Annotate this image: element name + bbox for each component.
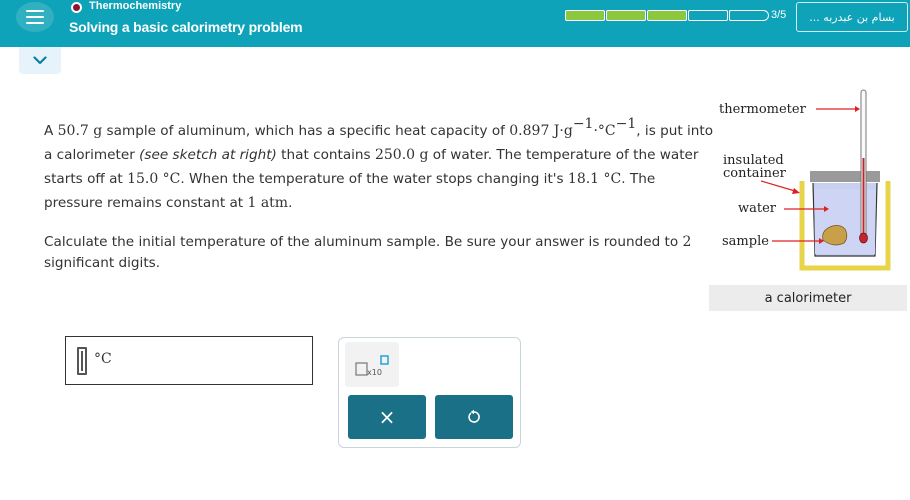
progress-text: 3/5 bbox=[771, 9, 787, 21]
sketch-caption: a calorimeter bbox=[709, 285, 907, 311]
hamburger-icon bbox=[26, 10, 44, 24]
progress-segment bbox=[729, 10, 769, 21]
sample-label: sample bbox=[722, 234, 769, 249]
chevron-down-icon bbox=[33, 56, 47, 65]
pressure-value: 1 atm bbox=[247, 195, 289, 211]
initial-water-temp: 15.0 °C bbox=[127, 171, 181, 187]
thermometer-label: thermometer bbox=[719, 102, 807, 117]
page-title: Solving a basic calorimetry problem bbox=[69, 19, 303, 35]
topic-label: Thermochemistry bbox=[89, 0, 182, 12]
mass-aluminum: 50.7 g bbox=[57, 123, 103, 139]
problem-statement: A 50.7 g sample of aluminum, which has a… bbox=[44, 116, 714, 211]
undo-icon bbox=[468, 409, 480, 423]
svg-text:x10: x10 bbox=[367, 368, 382, 377]
sketch-reference: (see sketch at right) bbox=[139, 147, 277, 163]
input-cursor-icon bbox=[77, 347, 87, 375]
scientific-notation-icon: x10 bbox=[355, 355, 389, 377]
topic-dot-icon bbox=[71, 2, 82, 13]
calorimeter-sketch: thermometer insulated container water sa… bbox=[719, 89, 891, 271]
menu-button[interactable] bbox=[16, 2, 54, 32]
progress-segment bbox=[606, 10, 646, 21]
close-icon: × bbox=[378, 405, 396, 429]
insulated-label-2: container bbox=[723, 166, 787, 181]
mass-water: 250.0 g bbox=[374, 147, 429, 163]
progress-segment bbox=[688, 10, 728, 21]
progress-segment bbox=[647, 10, 687, 21]
user-menu-button[interactable]: ... بسام بن عبدربه bbox=[796, 2, 908, 32]
answer-input[interactable]: °C bbox=[65, 336, 313, 385]
water-label: water bbox=[738, 201, 777, 216]
specific-heat-value: 0.897 J·g bbox=[509, 123, 573, 139]
progress-bar bbox=[565, 10, 770, 21]
sig-figs-value: 2 bbox=[682, 234, 692, 250]
clear-button[interactable]: × bbox=[348, 395, 426, 439]
question-text: Calculate the initial temperature of the… bbox=[44, 234, 692, 271]
scientific-notation-button[interactable]: x10 bbox=[345, 342, 399, 387]
collapse-button[interactable] bbox=[19, 47, 61, 74]
answer-unit: °C bbox=[94, 351, 112, 367]
undo-button[interactable] bbox=[435, 395, 513, 439]
progress-segment bbox=[565, 10, 605, 21]
tool-palette: x10 × bbox=[338, 337, 521, 448]
final-temp: 18.1 °C bbox=[567, 171, 622, 187]
top-bar: Thermochemistry Solving a basic calorime… bbox=[0, 0, 910, 47]
